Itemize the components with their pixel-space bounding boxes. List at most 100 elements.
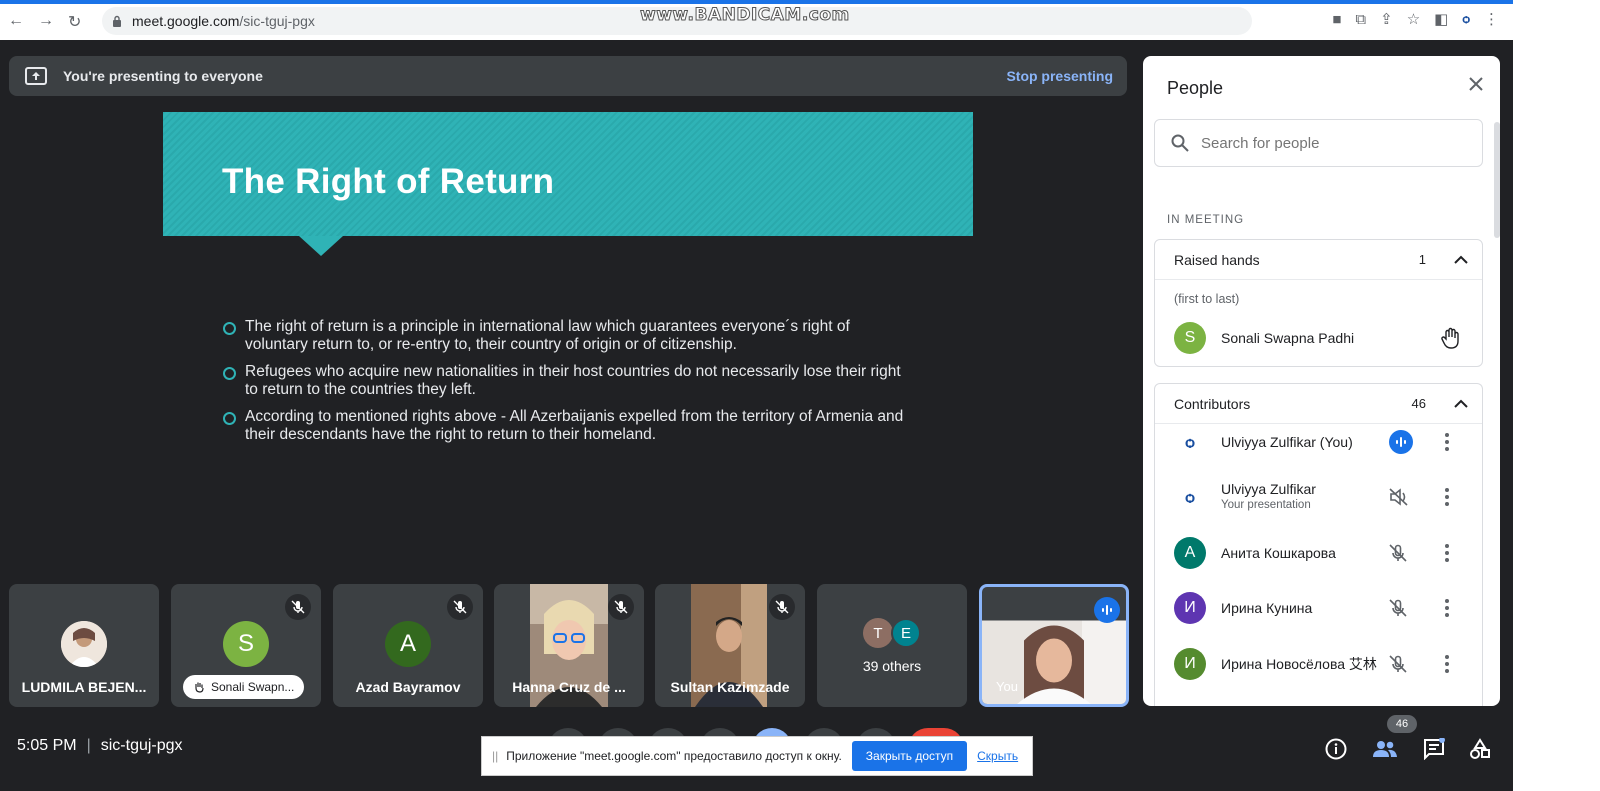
share-icon[interactable]: ⇪ xyxy=(1380,10,1393,28)
participant-name: Анита Кошкарова xyxy=(1221,545,1336,561)
participant-tile[interactable]: S Sonali Swapn... xyxy=(171,584,321,707)
window-margin xyxy=(1513,0,1600,791)
chat-icon xyxy=(1424,738,1445,760)
avatar: T xyxy=(863,618,893,648)
participant-row[interactable]: ѻ Ulviyya Zulfikar (You) xyxy=(1143,414,1500,470)
participant-name: Sonali Swapn... xyxy=(211,680,295,694)
notice-text: Приложение "meet.google.com" предоставил… xyxy=(506,749,842,763)
self-tile[interactable]: You xyxy=(979,584,1129,707)
translate-icon[interactable]: ⧉ xyxy=(1355,11,1366,28)
tab-strip xyxy=(0,0,1513,4)
back-icon[interactable]: ← xyxy=(8,12,24,32)
divider: | xyxy=(86,737,91,754)
watermark: www.BANDICAM.com xyxy=(640,5,850,26)
others-count: 39 others xyxy=(862,658,922,674)
participant-tile[interactable]: LUDMILA BEJEN... xyxy=(9,584,159,707)
more-options-icon[interactable] xyxy=(1445,433,1449,451)
mic-off-icon xyxy=(608,594,634,620)
participant-name: Azad Bayramov xyxy=(355,679,461,695)
participant-row[interactable]: И Ирина Кунина xyxy=(1143,580,1500,636)
present-icon xyxy=(25,67,47,85)
scrollbar[interactable] xyxy=(1494,122,1500,238)
speaking-icon xyxy=(1389,430,1413,454)
group-label: Contributors xyxy=(1174,395,1251,412)
participant-row[interactable]: И Ирина Новосёлова 艾林 xyxy=(1143,636,1500,692)
chat-button[interactable] xyxy=(1418,733,1450,765)
participant-tile[interactable]: Sultan Kazimzade xyxy=(655,584,805,707)
presenting-label: You're presenting to everyone xyxy=(63,68,263,84)
mic-off-icon xyxy=(1389,655,1407,673)
participant-subtitle: Your presentation xyxy=(1221,499,1311,511)
others-tile[interactable]: T E 39 others xyxy=(817,584,967,707)
panel-title: People xyxy=(1167,78,1224,98)
avatar: И xyxy=(1174,592,1206,624)
raised-hand-pill: Sonali Swapn... xyxy=(183,675,305,699)
mic-off-icon xyxy=(447,594,473,620)
people-panel: People IN MEETING Raised hands 1 (first … xyxy=(1143,56,1500,706)
sidepanel-icon[interactable]: ◧ xyxy=(1434,10,1448,28)
more-options-icon[interactable] xyxy=(1445,655,1449,673)
participant-name: Ulviyya Zulfikar (You) xyxy=(1221,434,1353,450)
hand-icon xyxy=(195,682,204,693)
order-hint: (first to last) xyxy=(1174,292,1240,306)
search-people-field[interactable] xyxy=(1154,119,1483,167)
slide-bullet: Refugees who acquire new nationalities i… xyxy=(223,363,913,399)
raised-hands-header[interactable]: Raised hands 1 xyxy=(1155,240,1482,280)
url-text: meet.google.com/sic-tguj-pgx xyxy=(132,13,315,29)
avatar: И xyxy=(1174,648,1206,680)
participant-name: Sonali Swapna Padhi xyxy=(1221,330,1355,346)
browser-actions: ■ ⧉ ⇪ ☆ ◧ ѻ ⋮ xyxy=(1332,10,1499,29)
stop-sharing-button[interactable]: Закрыть доступ xyxy=(851,741,968,771)
people-icon xyxy=(1373,741,1397,757)
more-options-icon[interactable] xyxy=(1445,599,1449,617)
slide-banner-notch xyxy=(299,236,343,256)
slide-bullet: The right of return is a principle in in… xyxy=(223,318,913,354)
hide-link[interactable]: Скрыть xyxy=(977,749,1018,763)
avatar: A xyxy=(385,621,431,667)
participant-tile[interactable]: A Azad Bayramov xyxy=(333,584,483,707)
logo-avatar: ѻ xyxy=(1174,481,1206,513)
participant-name: Ирина Новосёлова 艾林 xyxy=(1221,656,1377,672)
stop-presenting-button[interactable]: Stop presenting xyxy=(1006,68,1113,84)
people-button[interactable] xyxy=(1369,733,1401,765)
nav-buttons: ← → ↻ xyxy=(8,12,81,32)
camera-icon[interactable]: ■ xyxy=(1332,11,1341,28)
search-input[interactable] xyxy=(1201,134,1451,152)
search-icon xyxy=(1171,134,1189,152)
slide-title: The Right of Return xyxy=(222,162,555,201)
avatar: E xyxy=(891,618,921,648)
participant-row[interactable]: ѻ Ulviyya Zulfikar Your presentation xyxy=(1143,469,1500,525)
participant-row[interactable]: А Анита Кошкарова xyxy=(1143,525,1500,581)
more-options-icon[interactable] xyxy=(1445,488,1449,506)
presenting-bar: You're presenting to everyone Stop prese… xyxy=(9,56,1127,96)
profile-icon[interactable]: ѻ xyxy=(1462,12,1470,26)
speaker-off-icon xyxy=(1389,488,1408,506)
participant-tile[interactable]: Hanna Cruz de ... xyxy=(494,584,644,707)
reload-icon[interactable]: ↻ xyxy=(68,12,81,32)
clock: 5:05 PM xyxy=(17,737,77,754)
forward-icon[interactable]: → xyxy=(38,12,54,32)
group-count: 1 xyxy=(1418,252,1426,267)
close-icon[interactable] xyxy=(1468,76,1484,92)
meeting-details-button[interactable] xyxy=(1320,733,1352,765)
group-label: Raised hands xyxy=(1174,251,1260,268)
participant-name: Ulviyya Zulfikar xyxy=(1221,481,1316,497)
activities-button[interactable] xyxy=(1464,733,1496,765)
more-options-icon[interactable] xyxy=(1445,544,1449,562)
chevron-up-icon[interactable] xyxy=(1454,399,1468,408)
star-icon[interactable]: ☆ xyxy=(1407,10,1420,28)
presentation-slide: The Right of Return The right of return … xyxy=(163,112,973,567)
in-meeting-label: IN MEETING xyxy=(1167,214,1245,226)
participant-row[interactable]: S Sonali Swapna Padhi xyxy=(1143,310,1500,366)
participant-name: Ирина Кунина xyxy=(1221,600,1313,616)
chevron-up-icon[interactable] xyxy=(1454,255,1468,264)
drag-handle[interactable]: || xyxy=(492,749,498,763)
group-count: 46 xyxy=(1411,396,1426,411)
hand-icon xyxy=(1441,327,1459,349)
screen-share-notice: || Приложение "meet.google.com" предоста… xyxy=(481,736,1033,776)
menu-icon[interactable]: ⋮ xyxy=(1484,10,1499,28)
shapes-icon xyxy=(1470,738,1490,759)
avatar: S xyxy=(1174,322,1206,354)
participant-name: Hanna Cruz de ... xyxy=(512,679,626,695)
mic-off-icon xyxy=(1389,544,1407,562)
